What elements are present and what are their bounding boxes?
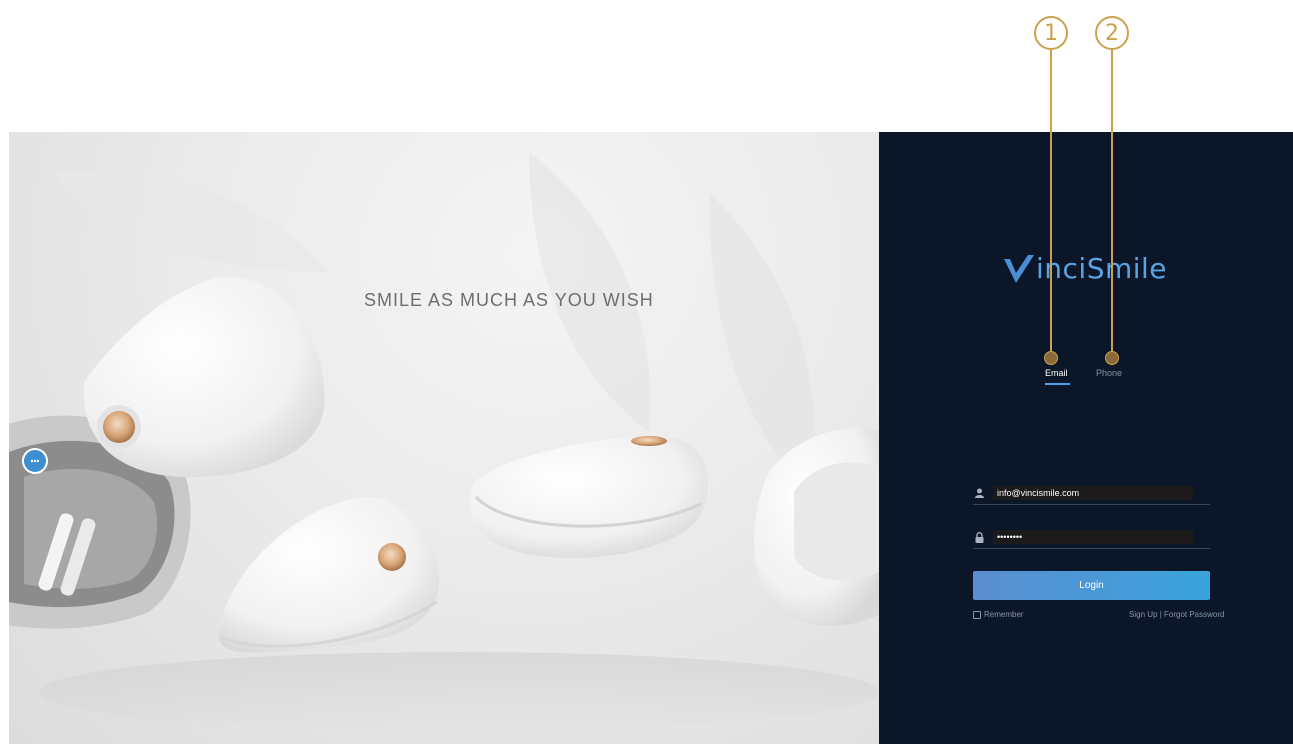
signup-link[interactable]: Sign Up — [1129, 610, 1157, 619]
brand-name: inciSmile — [1036, 252, 1168, 285]
email-field-row — [973, 482, 1210, 505]
callout-2-leader — [1111, 50, 1113, 354]
password-input[interactable] — [993, 530, 1193, 544]
callout-2: 2 — [1095, 16, 1129, 50]
aligner-case-lid — [83, 276, 325, 477]
login-button[interactable]: Login — [973, 571, 1210, 600]
callout-1: 1 — [1034, 16, 1068, 50]
hero-tagline: SMILE AS MUCH AS YOU WISH — [364, 290, 654, 310]
email-input[interactable] — [993, 486, 1193, 500]
login-panel: inciSmile Email Phone Login Remember Sig… — [879, 132, 1293, 744]
active-tab-indicator — [1045, 383, 1070, 385]
chat-ellipsis-icon[interactable] — [22, 448, 48, 474]
aligner-case-right — [470, 436, 708, 558]
user-icon — [973, 487, 985, 499]
aligner-case-center — [218, 496, 439, 653]
aligner-case-edge — [754, 428, 879, 626]
forgot-password-link[interactable]: Forgot Password — [1164, 610, 1224, 619]
callout-1-leader — [1050, 50, 1052, 354]
tab-email[interactable]: Email — [1045, 368, 1068, 378]
lock-icon — [973, 531, 985, 543]
hero-banner: SMILE AS MUCH AS YOU WISH — [9, 132, 879, 744]
brand-logo: inciSmile — [1004, 252, 1167, 285]
product-illustration — [9, 152, 879, 732]
callout-1-marker — [1044, 351, 1058, 365]
v-check-logo-icon — [1004, 255, 1034, 283]
chat-dots-graphic — [30, 459, 40, 463]
remember-checkbox[interactable]: Remember — [973, 610, 1024, 619]
tab-phone[interactable]: Phone — [1096, 368, 1122, 378]
remember-label: Remember — [984, 610, 1024, 619]
password-field-row — [973, 526, 1210, 549]
checkbox-box[interactable] — [973, 610, 981, 619]
account-links: Sign Up | Forgot Password — [1129, 610, 1224, 619]
callout-2-marker — [1105, 351, 1119, 365]
